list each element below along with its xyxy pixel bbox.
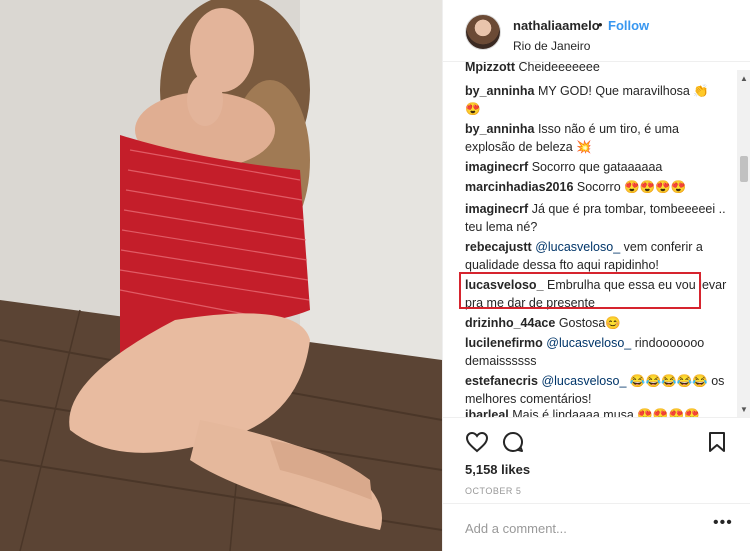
post-side-panel: nathaliaamelo • Follow Rio de Janeiro Mp… (442, 0, 750, 551)
comment-item: Mpizzott Cheideeeeeee (465, 62, 727, 76)
comment-username[interactable]: lucilenefirmo (465, 336, 543, 350)
highlight-box (459, 272, 701, 309)
avatar[interactable] (465, 14, 501, 50)
comment-item: rebecajustt @lucasveloso_ vem conferir a… (465, 238, 727, 274)
comment-item: imaginecrf Já que é pra tombar, tombeeee… (465, 200, 727, 236)
post-header: nathaliaamelo • Follow Rio de Janeiro (443, 0, 750, 62)
comment-username[interactable]: imaginecrf (465, 202, 528, 216)
comment-item: by_anninha MY GOD! Que maravilhosa 👏 😍 (465, 82, 727, 118)
comment-username[interactable]: estefanecris (465, 374, 538, 388)
add-comment-bar: ••• (443, 503, 750, 551)
post-date: OCTOBER 5 (465, 486, 522, 496)
comment-mention[interactable]: @lucasveloso_ (535, 240, 620, 254)
scrollbar-thumb[interactable] (740, 156, 748, 182)
comments-list[interactable]: Mpizzott Cheideeeeeee by_anninha MY GOD!… (443, 62, 750, 417)
photo-illustration (0, 0, 442, 551)
comment-item: ibarleal Mais é lindaaaa musa 😍😍😍😍 (465, 406, 727, 417)
comment-username[interactable]: by_anninha (465, 122, 534, 136)
comment-mention[interactable]: @lucasveloso_ (541, 374, 626, 388)
comment-item: lucilenefirmo @lucasveloso_ rindooooooo … (465, 334, 727, 370)
post-photo[interactable] (0, 0, 442, 551)
comment-mention[interactable]: @lucasveloso_ (546, 336, 631, 350)
comment-item: imaginecrf Socorro que gataaaaaa (465, 158, 727, 176)
comment-username[interactable]: Mpizzott (465, 62, 515, 74)
post-actions: 5,158 likes OCTOBER 5 (443, 417, 750, 517)
add-comment-input[interactable] (465, 518, 695, 538)
bookmark-icon[interactable] (705, 430, 729, 454)
comment-text: Cheideeeeeee (518, 62, 600, 74)
comment-username[interactable]: ibarleal (465, 408, 509, 417)
more-options-icon[interactable]: ••• (713, 514, 733, 532)
comment-text: Gostosa😊 (558, 316, 621, 330)
comment-username[interactable]: marcinhadias2016 (465, 180, 573, 194)
scroll-down-arrow-icon[interactable]: ▼ (740, 405, 748, 414)
scroll-up-arrow-icon[interactable]: ▲ (740, 74, 748, 83)
like-heart-icon[interactable] (465, 430, 489, 454)
comment-text: Socorro 😍😍😍😍 (576, 180, 687, 194)
comment-text: Mais é lindaaaa musa 😍😍😍😍 (512, 408, 700, 417)
comment-item: drizinho_44ace Gostosa😊 (465, 314, 727, 332)
comment-item: marcinhadias2016 Socorro 😍😍😍😍 (465, 178, 727, 196)
location-link[interactable]: Rio de Janeiro (513, 39, 590, 53)
author-username[interactable]: nathaliaamelo (513, 18, 600, 33)
comment-item: estefanecris @lucasveloso_ 😂😂😂😂😂 os melh… (465, 372, 727, 408)
comment-text: Socorro que gataaaaaa (531, 160, 663, 174)
likes-count[interactable]: 5,158 likes (465, 462, 530, 477)
comment-username[interactable]: rebecajustt (465, 240, 532, 254)
comment-username[interactable]: imaginecrf (465, 160, 528, 174)
comment-item: by_anninha Isso não é um tiro, é uma exp… (465, 120, 727, 156)
comment-username[interactable]: by_anninha (465, 84, 534, 98)
comment-bubble-icon[interactable] (501, 430, 525, 454)
follow-button[interactable]: Follow (608, 18, 649, 33)
separator-dot: • (598, 17, 603, 32)
comments-scrollbar[interactable]: ▲ ▼ (737, 70, 750, 418)
comment-username[interactable]: drizinho_44ace (465, 316, 555, 330)
